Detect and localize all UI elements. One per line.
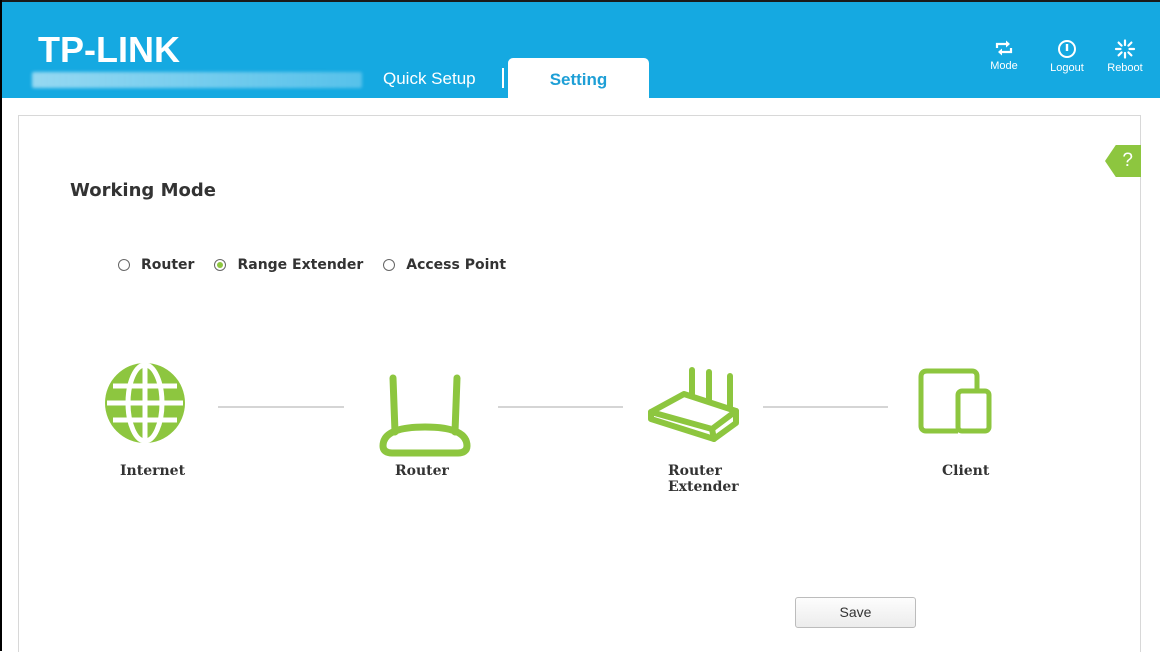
reboot-spinner-icon [1114,39,1136,59]
diagram-label-router: Router [395,463,449,479]
page-title: Working Mode [70,180,216,201]
working-mode-radio-group: Router Range Extender Access Point [118,255,526,275]
mode-switch-icon [995,40,1013,56]
top-header: TP-LINK Quick Setup Setting Mode Logout [2,2,1160,100]
reboot-button[interactable]: Reboot [1099,39,1151,74]
blurred-model-subtitle [32,72,362,88]
logout-button-label: Logout [1050,62,1084,74]
tp-link-logo: TP-LINK [38,29,180,70]
diagram-label-router-extender: Router Extender [668,463,739,495]
diagram-label-client: Client [942,463,990,479]
radio-router[interactable]: Router [118,257,194,273]
range-extender-icon [648,367,739,442]
radio-label-range-extender: Range Extender [237,257,364,273]
router-icon [379,374,471,457]
connection-line-internet-router [218,406,344,408]
radio-range-extender[interactable]: Range Extender [214,257,363,273]
save-button[interactable]: Save [795,597,916,628]
connection-line-router-extender [498,406,623,408]
reboot-button-label: Reboot [1107,62,1143,74]
power-icon [1058,40,1076,58]
radio-label-router: Router [141,257,195,273]
client-devices-icon [918,368,992,434]
mode-button[interactable]: Mode [984,39,1024,72]
globe-icon [105,362,185,444]
tab-setting[interactable]: Setting [508,58,649,100]
radio-button-router[interactable] [118,259,130,271]
radio-button-access-point[interactable] [383,259,396,271]
logout-button[interactable]: Logout [1042,39,1092,74]
tab-quick-setup[interactable]: Quick Setup [383,69,476,89]
connection-line-extender-client [763,406,888,408]
radio-button-range-extender[interactable] [214,259,227,271]
tab-separator [502,68,504,88]
radio-access-point[interactable]: Access Point [383,257,506,273]
diagram-label-internet: Internet [120,463,186,479]
radio-label-access-point: Access Point [406,257,507,273]
mode-button-label: Mode [990,60,1018,72]
